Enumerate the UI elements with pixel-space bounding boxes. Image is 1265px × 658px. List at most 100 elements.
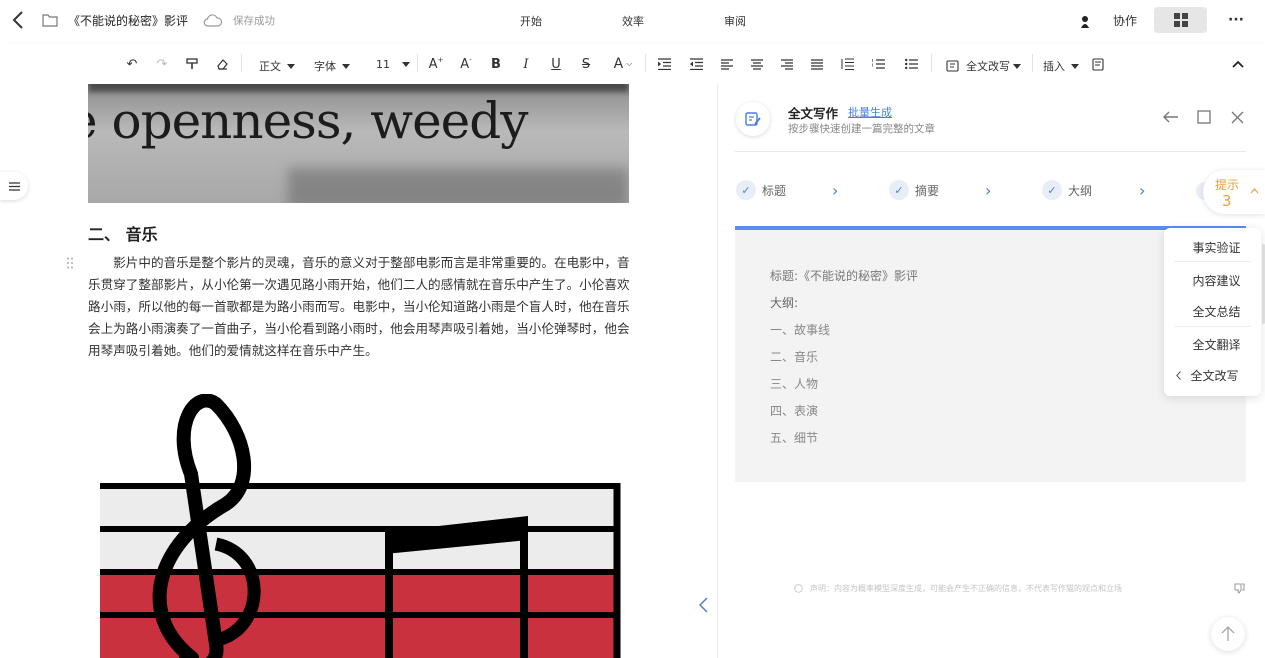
menu-divider [1174, 326, 1251, 327]
document-image-music [96, 393, 626, 658]
collapse-toolbar-icon[interactable] [1230, 56, 1246, 72]
writing-icon [736, 102, 770, 136]
step-title[interactable]: ✓ 标题 [736, 180, 786, 200]
insert-select[interactable]: 插入 [1043, 58, 1079, 74]
style-label: 正文 [259, 60, 281, 73]
caret-down-icon [1071, 63, 1079, 69]
document-image-openness: e openness, weedy [88, 84, 629, 203]
font-color-icon[interactable]: A ⌵ [610, 56, 636, 72]
panel-title: 全文写作 [788, 106, 839, 121]
check-icon: ✓ [736, 180, 756, 200]
line-spacing-icon[interactable] [839, 56, 855, 72]
eraser-icon[interactable] [214, 56, 230, 72]
thumbs-down-icon[interactable] [1232, 581, 1246, 595]
page-settings-icon[interactable] [1090, 56, 1106, 72]
font-select[interactable]: 字体 [314, 58, 350, 74]
style-select[interactable]: 正文 [259, 58, 295, 74]
menu-summary[interactable]: 全文总结 [1168, 303, 1265, 320]
doc-title[interactable]: 《不能说的秘密》影评 [68, 12, 188, 29]
menu-rewrite[interactable]: 全文改写 [1166, 367, 1263, 384]
font-label: 字体 [314, 60, 336, 73]
batch-generate-link[interactable]: 批量生成 [848, 104, 892, 120]
bullet-list-icon[interactable] [903, 56, 919, 72]
caret-down-icon [1013, 63, 1021, 69]
outline-item: 五、细节 [770, 431, 819, 445]
rewrite-label: 全文改写 [966, 60, 1010, 73]
outline-toggle-icon[interactable] [0, 172, 28, 200]
align-left-icon[interactable] [719, 56, 735, 72]
menu-content-suggestion[interactable]: 内容建议 [1168, 272, 1265, 289]
outline-item: 四、表演 [770, 404, 819, 418]
more-icon[interactable]: ··· [1226, 10, 1246, 30]
grid-view-button[interactable] [1154, 7, 1207, 33]
font-decrease-icon[interactable]: A- [458, 56, 474, 72]
align-center-icon[interactable] [749, 56, 765, 72]
undo-icon[interactable]: ↶ [124, 56, 140, 72]
check-icon: ✓ [889, 180, 909, 200]
caret-down-icon [402, 62, 410, 67]
menu-divider [1174, 261, 1251, 262]
maximize-icon[interactable] [1195, 108, 1213, 126]
step-abstract[interactable]: ✓ 摘要 [889, 180, 939, 200]
menu-translate[interactable]: 全文翻译 [1168, 336, 1265, 353]
back-arrow-icon[interactable] [1161, 108, 1181, 126]
top-bar: 《不能说的秘密》影评 保存成功 开始 效率 审阅 协作 ··· [0, 0, 1265, 40]
tab-start[interactable]: 开始 [520, 13, 542, 29]
justify-icon[interactable] [809, 56, 825, 72]
outline-label: 大纲: [770, 296, 799, 310]
menu-fact-check[interactable]: 事实验证 [1168, 239, 1265, 256]
chevron-right-icon: › [985, 181, 992, 200]
hint-menu: 事实验证 内容建议 全文总结 全文翻译 全文改写 [1164, 228, 1261, 396]
image-caption-text: e openness, weedy [88, 92, 529, 150]
panel-subtitle: 按步骤快速创建一篇完整的文章 [788, 123, 935, 135]
outline-title: 标题:《不能说的秘密》影评 [770, 269, 919, 283]
step-label: 摘要 [915, 183, 940, 198]
step-label: 标题 [762, 183, 787, 198]
font-increase-icon[interactable]: A + [428, 56, 444, 72]
expand-panel-arrow-icon[interactable] [696, 596, 710, 614]
size-select[interactable]: 11 [376, 58, 410, 71]
bold-icon[interactable]: B [488, 56, 504, 72]
underline-icon[interactable]: U [548, 56, 564, 72]
folder-icon[interactable] [41, 11, 59, 29]
document-canvas[interactable]: e openness, weedy 二、 音乐 影片中的音乐是整个影片的灵魂，音… [0, 84, 717, 658]
insert-label: 插入 [1043, 60, 1065, 73]
arrow-up-icon [1221, 626, 1235, 641]
drag-handle-icon[interactable] [64, 256, 76, 270]
user-icon[interactable] [1078, 12, 1092, 30]
save-status: 保存成功 [233, 15, 275, 27]
align-right-icon[interactable] [779, 56, 795, 72]
section-heading: 二、 音乐 [88, 225, 158, 244]
info-icon [792, 582, 804, 594]
format-toolbar: ↶ ↷ 正文 字体 11 A + A- B I U S A ⌵ 全文改写 插入 [0, 44, 1265, 84]
outline-item: 二、音乐 [770, 350, 819, 364]
format-painter-icon[interactable] [184, 56, 200, 72]
back-icon[interactable] [8, 8, 28, 32]
step-outline[interactable]: ✓ 大纲 [1042, 180, 1092, 200]
outline-item: 三、人物 [770, 377, 819, 391]
rewrite-icon [946, 60, 959, 72]
close-icon[interactable] [1228, 108, 1246, 126]
hint-badge[interactable]: 提示 3 [1203, 170, 1265, 214]
hint-count: 3 [1222, 192, 1232, 210]
indent-increase-icon[interactable] [656, 56, 672, 72]
caret-down-icon [342, 63, 350, 69]
tab-efficiency[interactable]: 效率 [622, 13, 644, 29]
step-label: 大纲 [1068, 183, 1093, 198]
rewrite-select[interactable]: 全文改写 [946, 58, 1021, 74]
redo-icon[interactable]: ↷ [154, 56, 170, 72]
italic-icon[interactable]: I [518, 56, 534, 72]
outline-item: 一、故事线 [770, 323, 831, 337]
strikethrough-icon[interactable]: S [578, 56, 594, 72]
collab-button[interactable]: 协作 [1113, 12, 1137, 29]
chevron-up-icon [1249, 186, 1259, 196]
chevron-right-icon: › [1139, 181, 1146, 200]
tab-review[interactable]: 审阅 [724, 13, 746, 29]
chevron-right-icon: › [832, 181, 839, 200]
indent-decrease-icon[interactable] [688, 56, 704, 72]
scroll-top-button[interactable] [1211, 617, 1245, 651]
cloud-icon [203, 11, 223, 29]
divider [735, 151, 1246, 152]
caret-down-icon [287, 63, 295, 69]
ordered-list-icon[interactable] [870, 56, 886, 72]
